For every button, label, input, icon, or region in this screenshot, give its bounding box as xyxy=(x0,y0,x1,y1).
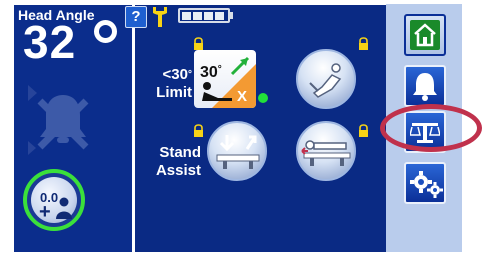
battery-cell xyxy=(193,12,202,20)
battery-cell xyxy=(215,12,224,20)
lock-icon xyxy=(194,37,203,50)
chair-position-button[interactable] xyxy=(296,49,356,109)
head-angle-limit-button[interactable]: 30° X xyxy=(194,50,256,108)
alarm-off-icon[interactable] xyxy=(26,81,100,157)
stand-assist-icon xyxy=(216,135,260,169)
flat-position-button[interactable] xyxy=(296,121,356,181)
lock-icon xyxy=(359,124,368,137)
lock-icon xyxy=(194,124,203,137)
lock-icon xyxy=(359,37,368,50)
gears-icon xyxy=(410,171,443,198)
limit-label-line2: Limit xyxy=(156,84,192,101)
flat-bed-icon xyxy=(301,140,351,166)
limit-label-line1: <30° xyxy=(162,66,192,83)
person-icon xyxy=(56,197,72,219)
scale-zero-face: 0.0 + xyxy=(31,177,77,223)
plus-person-icon: + xyxy=(39,201,51,223)
battery-terminal xyxy=(230,12,233,19)
settings-button[interactable] xyxy=(404,162,446,204)
angle-arrow-icon xyxy=(230,56,250,76)
battery-cell xyxy=(182,12,191,20)
highlight-ring xyxy=(380,104,482,152)
bell-icon xyxy=(413,73,437,101)
alarm-button[interactable] xyxy=(404,65,446,107)
help-button[interactable]: ? xyxy=(125,6,147,28)
wrench-icon[interactable] xyxy=(151,5,169,27)
head-angle-value: 32 xyxy=(23,16,77,68)
limit-tile-mark: X xyxy=(236,88,247,105)
chair-icon xyxy=(309,63,342,98)
degree-icon xyxy=(94,20,117,43)
battery-icon xyxy=(178,8,230,23)
left-status-column: Head Angle 32 0.0 + xyxy=(14,5,133,252)
stand-assist-button[interactable] xyxy=(207,121,267,181)
active-indicator xyxy=(258,93,268,103)
reclined-patient-icon xyxy=(202,82,232,101)
battery-cell xyxy=(204,12,213,20)
column-divider xyxy=(132,5,135,252)
home-button[interactable] xyxy=(404,14,446,56)
home-icon xyxy=(410,20,440,50)
scale-zero-button[interactable]: 0.0 + xyxy=(23,169,85,231)
stand-assist-line2: Assist xyxy=(155,162,201,179)
stand-assist-line1: Stand xyxy=(159,144,201,161)
